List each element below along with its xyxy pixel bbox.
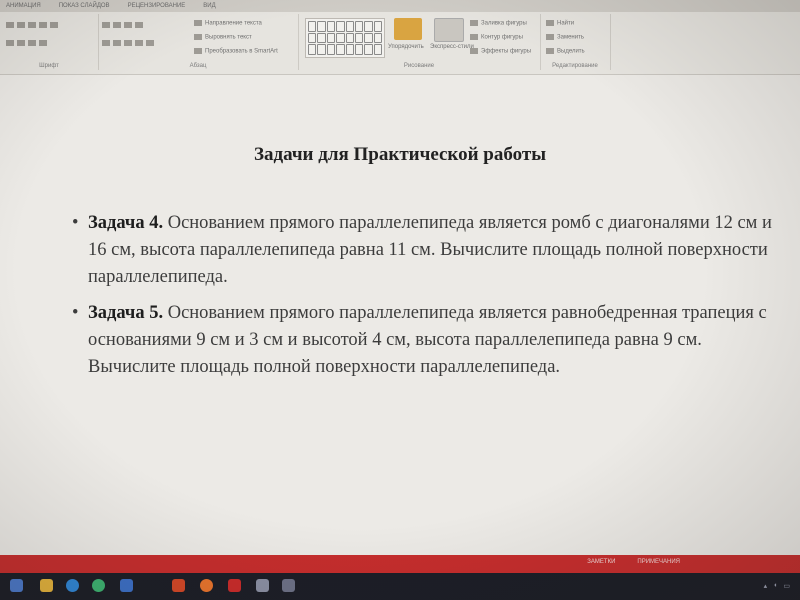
- replace-icon: [546, 34, 554, 40]
- app-icon[interactable]: [256, 579, 269, 592]
- task-5-label: Задача 5.: [88, 303, 164, 323]
- task-5-paragraph[interactable]: • Задача 5. Основанием прямого параллеле…: [72, 300, 788, 381]
- fill-icon: [470, 20, 478, 26]
- whatsapp-icon[interactable]: [92, 579, 105, 592]
- select-button[interactable]: Выделить: [546, 48, 585, 55]
- shape-effects-button[interactable]: Эффекты фигуры: [470, 48, 531, 55]
- paragraph-align-row[interactable]: [102, 40, 157, 47]
- task-4-paragraph[interactable]: • Задача 4. Основанием прямого параллеле…: [72, 210, 788, 291]
- quick-styles-icon: [434, 18, 464, 42]
- file-explorer-icon[interactable]: [40, 579, 53, 592]
- firefox-icon[interactable]: [200, 579, 213, 592]
- outline-icon: [470, 34, 478, 40]
- tab-review[interactable]: РЕЦЕНЗИРОВАНИЕ: [128, 3, 186, 9]
- windows-taskbar: ▴ ◖ ▭: [0, 573, 800, 600]
- tab-slideshow[interactable]: ПОКАЗ СЛАЙДОВ: [59, 3, 110, 9]
- task-5-text: Основанием прямого параллелепипеда являе…: [88, 303, 767, 377]
- battery-icon: ▭: [783, 583, 790, 590]
- ribbon: Шрифт Направление текста Выровнять текст…: [0, 12, 800, 75]
- tab-view[interactable]: ВИД: [203, 3, 215, 9]
- task-4-label: Задача 4.: [88, 213, 164, 233]
- editing-group-label: Редактирование: [552, 63, 598, 69]
- volume-icon: ◖: [773, 582, 778, 589]
- arrange-button[interactable]: Упорядочить: [388, 44, 424, 50]
- status-bar: ЗАМЕТКИ ПРИМЕЧАНИЯ: [0, 555, 800, 573]
- quick-styles-button[interactable]: Экспресс-стили: [430, 44, 474, 50]
- arrange-icon: [394, 18, 422, 40]
- drawing-group-label: Рисование: [403, 63, 435, 69]
- align-text-icon: [194, 34, 202, 40]
- find-button[interactable]: Найти: [546, 20, 574, 27]
- shape-outline-button[interactable]: Контур фигуры: [470, 34, 523, 41]
- word-icon[interactable]: [120, 579, 133, 592]
- paragraph-group-label: Абзац: [189, 63, 207, 69]
- paragraph-group: Направление текста Выровнять текст Преоб…: [98, 14, 299, 70]
- bullet-icon: •: [72, 213, 79, 233]
- edge-icon[interactable]: [66, 579, 79, 592]
- select-icon: [546, 48, 554, 54]
- text-direction-icon: [194, 20, 202, 26]
- paragraph-list-row[interactable]: [102, 22, 146, 29]
- font-group-label: Шрифт: [39, 63, 59, 69]
- editing-group: Найти Заменить Выделить Редактирование: [540, 14, 611, 70]
- font-style-row[interactable]: [6, 40, 50, 47]
- system-tray[interactable]: ▴ ◖ ▭: [764, 582, 790, 590]
- font-formatting-row[interactable]: [6, 22, 61, 29]
- shapes-gallery[interactable]: [305, 18, 385, 58]
- notes-button[interactable]: ЗАМЕТКИ: [587, 559, 615, 565]
- align-text-button[interactable]: Выровнять текст: [194, 34, 252, 41]
- smartart-icon: [194, 48, 202, 54]
- task-4-text: Основанием прямого параллелепипеда являе…: [88, 213, 772, 287]
- powerpoint-icon[interactable]: [172, 579, 185, 592]
- binoculars-icon: [546, 20, 554, 26]
- acrobat-icon[interactable]: [228, 579, 241, 592]
- drawing-group: Упорядочить Экспресс-стили Заливка фигур…: [298, 14, 541, 70]
- bullet-icon: •: [72, 303, 79, 323]
- convert-smartart-button[interactable]: Преобразовать в SmartArt: [194, 48, 278, 55]
- comments-button[interactable]: ПРИМЕЧАНИЯ: [637, 559, 680, 565]
- replace-button[interactable]: Заменить: [546, 34, 584, 41]
- network-icon: ▴: [763, 583, 768, 590]
- tab-animation[interactable]: АНИМАЦИЯ: [6, 3, 41, 9]
- text-direction-button[interactable]: Направление текста: [194, 20, 262, 27]
- app-icon-2[interactable]: [282, 579, 295, 592]
- effects-icon: [470, 48, 478, 54]
- shape-fill-button[interactable]: Заливка фигуры: [470, 20, 527, 27]
- font-group: Шрифт: [0, 14, 99, 70]
- start-icon[interactable]: [10, 579, 23, 592]
- slide-title[interactable]: Задачи для Практической работы: [0, 144, 800, 166]
- ribbon-tabs: АНИМАЦИЯ ПОКАЗ СЛАЙДОВ РЕЦЕНЗИРОВАНИЕ ВИ…: [0, 0, 800, 12]
